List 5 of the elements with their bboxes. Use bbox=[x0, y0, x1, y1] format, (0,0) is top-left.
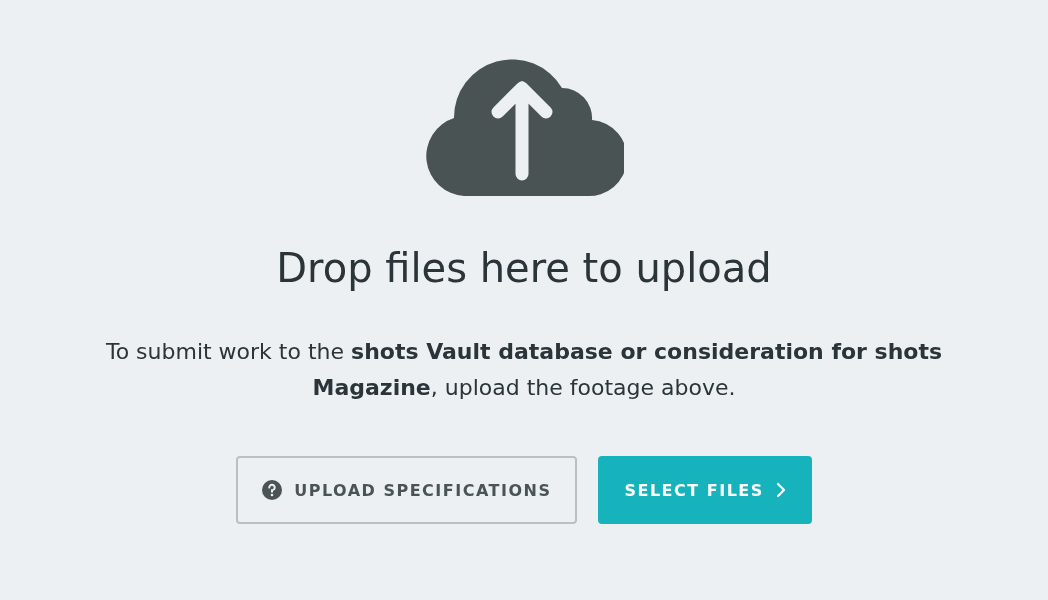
description: To submit work to the shots Vault database or consideration for shots Magazine, upload the footage above. bbox=[104, 338, 944, 402]
heading: Drop files here to upload bbox=[276, 244, 772, 293]
chevron-right-icon bbox=[775, 482, 786, 498]
help-icon bbox=[262, 480, 283, 500]
specifications-button[interactable]: UPLOAD SPECIFICATIONS bbox=[236, 456, 578, 524]
